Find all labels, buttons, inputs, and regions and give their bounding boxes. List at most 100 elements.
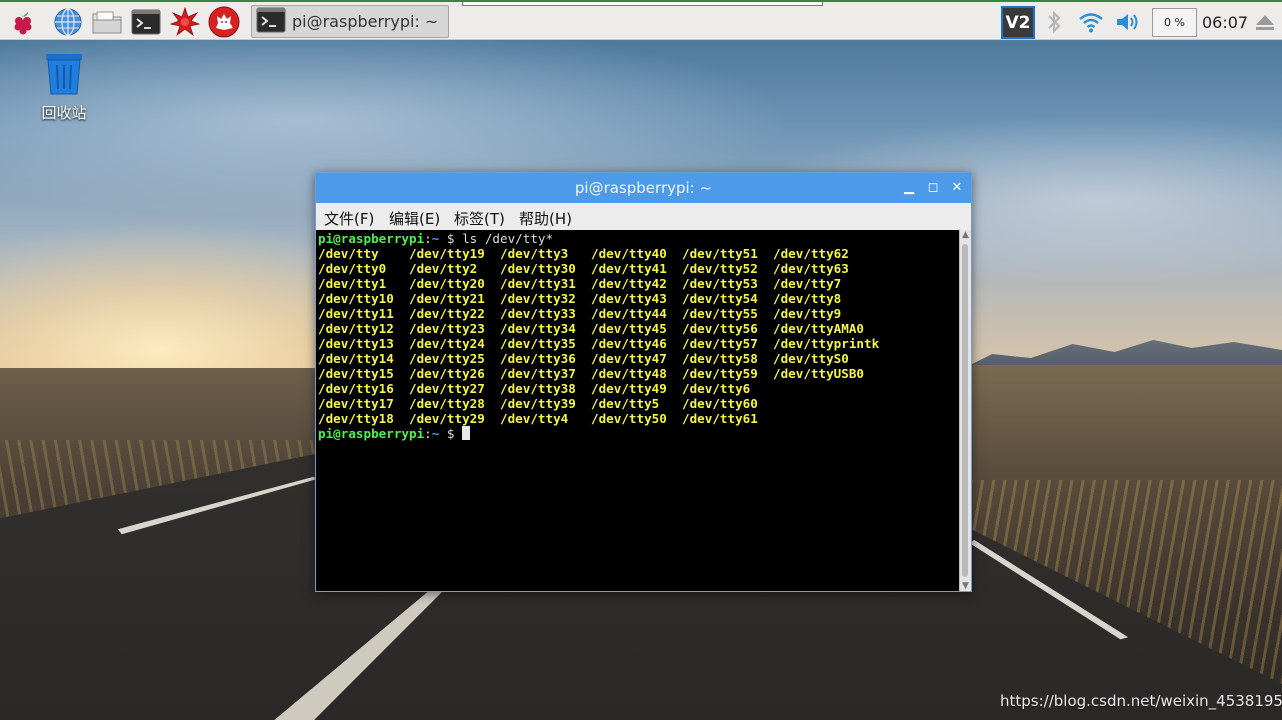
mathematica-button[interactable] — [169, 6, 201, 38]
device-entry: /dev/tty57 — [682, 336, 773, 351]
minimize-icon: ▁ — [904, 180, 914, 195]
device-entry: /dev/tty12 — [318, 321, 409, 336]
bluetooth-icon — [1048, 10, 1061, 34]
device-entry: /dev/tty35 — [500, 336, 591, 351]
scrollbar-thumb[interactable] — [962, 244, 968, 577]
wolfram-wolf-icon — [208, 6, 240, 38]
folder-icon — [92, 11, 122, 34]
watermark-url: https://blog.csdn.net/weixin_45381959 — [1000, 692, 1282, 710]
device-entry: /dev/tty60 — [682, 396, 758, 411]
clock[interactable]: 06:07 — [1202, 13, 1248, 32]
device-entry: /dev/tty20 — [409, 276, 500, 291]
menu-edit[interactable]: 编辑(E) — [389, 208, 440, 229]
panel-empty-space — [462, 2, 823, 6]
web-browser-button[interactable] — [52, 6, 84, 38]
file-manager-button[interactable] — [91, 6, 123, 38]
device-entry: /dev/tty48 — [591, 366, 682, 381]
trash-label: 回收站 — [41, 104, 87, 122]
prompt-separator: : — [424, 426, 432, 441]
prompt-user: pi@raspberrypi — [318, 426, 425, 441]
device-entry: /dev/tty54 — [682, 291, 773, 306]
device-entry: /dev/tty36 — [500, 351, 591, 366]
desktop-trash-icon[interactable]: 回收站 — [34, 52, 94, 123]
terminal-window: pi@raspberrypi: ~ ▁ ◻ ✕ 文件(F) 编辑(E) 标签(T… — [315, 172, 972, 592]
bluetooth-button[interactable] — [1038, 6, 1070, 38]
device-entry: /dev/tty29 — [409, 411, 500, 426]
mathematica-star-icon — [170, 7, 200, 37]
menu-bar: 文件(F) 编辑(E) 标签(T) 帮助(H) — [316, 203, 971, 230]
prompt-user: pi@raspberrypi — [318, 231, 425, 246]
device-entry: /dev/tty49 — [591, 381, 682, 396]
device-entry: /dev/tty40 — [591, 246, 682, 261]
device-entry: /dev/tty59 — [682, 366, 773, 381]
trash-can-icon — [46, 54, 82, 95]
raspberry-icon — [14, 12, 32, 35]
taskbar-terminal-label: pi@raspberrypi: ~ — [292, 12, 439, 31]
device-entry: /dev/tty28 — [409, 396, 500, 411]
wolfram-button[interactable] — [208, 6, 240, 38]
device-entry: /dev/tty32 — [500, 291, 591, 306]
device-entry: /dev/tty18 — [318, 411, 409, 426]
raspberry-menu-button[interactable] — [7, 6, 39, 38]
text-cursor — [462, 426, 471, 440]
top-panel: pi@raspberrypi: ~ V2 0 % 06:07 — [0, 0, 1282, 40]
command-text: ls /dev/tty* — [462, 231, 554, 246]
device-entry: /dev/tty53 — [682, 276, 773, 291]
device-entry: /dev/tty1 — [318, 276, 409, 291]
device-entry: /dev/tty41 — [591, 261, 682, 276]
device-entry: /dev/ttyprintk — [773, 336, 880, 351]
maximize-icon: ◻ — [927, 180, 939, 195]
device-entry: /dev/tty21 — [409, 291, 500, 306]
device-entry: /dev/tty5 — [591, 396, 682, 411]
terminal-output-area[interactable]: pi@raspberrypi:~ $ ls /dev/tty* /dev/tty… — [316, 230, 959, 591]
device-entry: /dev/tty58 — [682, 351, 773, 366]
taskbar-terminal-window[interactable]: pi@raspberrypi: ~ — [251, 5, 449, 38]
device-entry: /dev/tty51 — [682, 246, 773, 261]
minimize-button[interactable]: ▁ — [902, 181, 916, 195]
scroll-up-arrow-icon[interactable]: ▲ — [960, 230, 971, 240]
device-entry: /dev/ttyS0 — [773, 351, 849, 366]
device-entry: /dev/tty11 — [318, 306, 409, 321]
device-entry: /dev/tty4 — [500, 411, 591, 426]
window-titlebar[interactable]: pi@raspberrypi: ~ ▁ ◻ ✕ — [316, 173, 971, 203]
device-entry: /dev/ttyAMA0 — [773, 321, 864, 336]
device-entry: /dev/tty8 — [773, 291, 842, 306]
device-entry: /dev/tty — [318, 246, 409, 261]
eject-icon — [1256, 15, 1274, 30]
close-button[interactable]: ✕ — [950, 181, 964, 195]
terminal-scrollbar[interactable]: ▲ ▼ — [959, 230, 971, 591]
device-entry: /dev/tty34 — [500, 321, 591, 336]
device-entry: /dev/tty62 — [773, 246, 849, 261]
device-entry: /dev/tty17 — [318, 396, 409, 411]
device-entry: /dev/tty39 — [500, 396, 591, 411]
menu-help[interactable]: 帮助(H) — [519, 208, 572, 229]
device-entry: /dev/tty25 — [409, 351, 500, 366]
terminal-launcher-button[interactable] — [130, 6, 162, 38]
vnc-icon-label: V2 — [1005, 12, 1031, 33]
eject-button[interactable] — [1254, 14, 1276, 36]
globe-icon — [54, 8, 82, 36]
menu-file[interactable]: 文件(F) — [324, 208, 374, 229]
device-entry: /dev/tty0 — [318, 261, 409, 276]
wifi-button[interactable] — [1075, 6, 1107, 38]
terminal-icon — [131, 9, 161, 35]
cpu-usage-monitor[interactable]: 0 % — [1152, 8, 1197, 37]
prompt-separator: : — [424, 231, 432, 246]
window-title: pi@raspberrypi: ~ — [574, 179, 713, 197]
menu-tabs[interactable]: 标签(T) — [454, 208, 505, 229]
device-entry: /dev/tty24 — [409, 336, 500, 351]
device-entry: /dev/tty31 — [500, 276, 591, 291]
device-entry: /dev/tty42 — [591, 276, 682, 291]
device-entry: /dev/tty45 — [591, 321, 682, 336]
scroll-down-arrow-icon[interactable]: ▼ — [960, 581, 971, 591]
device-entry: /dev/tty46 — [591, 336, 682, 351]
device-entry: /dev/tty7 — [773, 276, 842, 291]
device-entry: /dev/tty26 — [409, 366, 500, 381]
device-entry: /dev/tty23 — [409, 321, 500, 336]
device-entry: /dev/tty52 — [682, 261, 773, 276]
maximize-button[interactable]: ◻ — [926, 181, 940, 195]
volume-button[interactable] — [1112, 6, 1144, 38]
vnc-server-button[interactable]: V2 — [1001, 6, 1035, 39]
device-entry: /dev/tty22 — [409, 306, 500, 321]
speaker-icon — [1117, 14, 1138, 30]
